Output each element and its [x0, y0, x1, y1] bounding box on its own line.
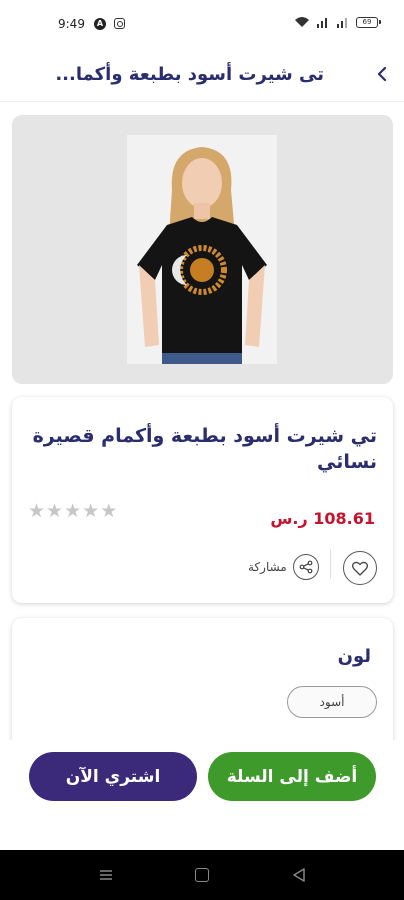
add-to-cart-button[interactable]: أضف إلى السلة — [208, 752, 376, 801]
color-options-card: لون أسود — [12, 618, 393, 748]
battery-icon: 69 — [356, 16, 381, 28]
signal-icon — [317, 18, 327, 28]
star-icon: ★ — [100, 500, 118, 522]
color-option-title: لون — [337, 646, 371, 667]
product-photo — [127, 135, 277, 364]
heart-icon — [352, 561, 368, 576]
home-icon[interactable] — [195, 868, 209, 882]
back-chevron-icon[interactable] — [372, 64, 392, 84]
star-icon: ★ — [64, 500, 82, 522]
buy-now-button[interactable]: اشتري الآن — [29, 752, 197, 801]
page-title: تى شيرت أسود بطبعة وأكما... — [55, 64, 324, 85]
action-bar: اشتري الآن أضف إلى السلة — [0, 740, 404, 850]
recents-icon[interactable] — [98, 868, 114, 882]
status-bar: 9:49 A 69 — [0, 0, 404, 50]
color-chip-selected[interactable]: أسود — [287, 686, 377, 718]
product-image-card[interactable] — [12, 115, 393, 384]
star-icon: ★ — [82, 500, 100, 522]
app-notification-icon: A — [94, 18, 106, 30]
star-icon: ★ — [28, 500, 46, 522]
status-time: 9:49 — [58, 17, 85, 31]
product-name: تي شيرت أسود بطبعة وأكمام قصيرة نسائي — [32, 425, 377, 473]
star-icon: ★ — [46, 500, 64, 522]
back-icon[interactable] — [292, 867, 306, 883]
signal-icon-2 — [337, 18, 347, 28]
rating-stars: ★ ★ ★ ★ ★ — [28, 501, 117, 521]
app-header: تى شيرت أسود بطبعة وأكما... — [0, 50, 404, 102]
product-price: 108.61 ر.س — [270, 509, 375, 528]
divider — [330, 550, 331, 578]
share-label: مشاركة — [248, 560, 287, 574]
instagram-notification-icon — [114, 18, 125, 29]
share-icon — [292, 554, 319, 580]
favorite-button[interactable] — [343, 551, 377, 585]
wifi-icon — [295, 17, 309, 27]
share-button[interactable]: مشاركة — [248, 554, 319, 580]
product-info-card: تي شيرت أسود بطبعة وأكمام قصيرة نسائي ★ … — [12, 397, 393, 603]
system-nav-bar — [0, 850, 404, 900]
